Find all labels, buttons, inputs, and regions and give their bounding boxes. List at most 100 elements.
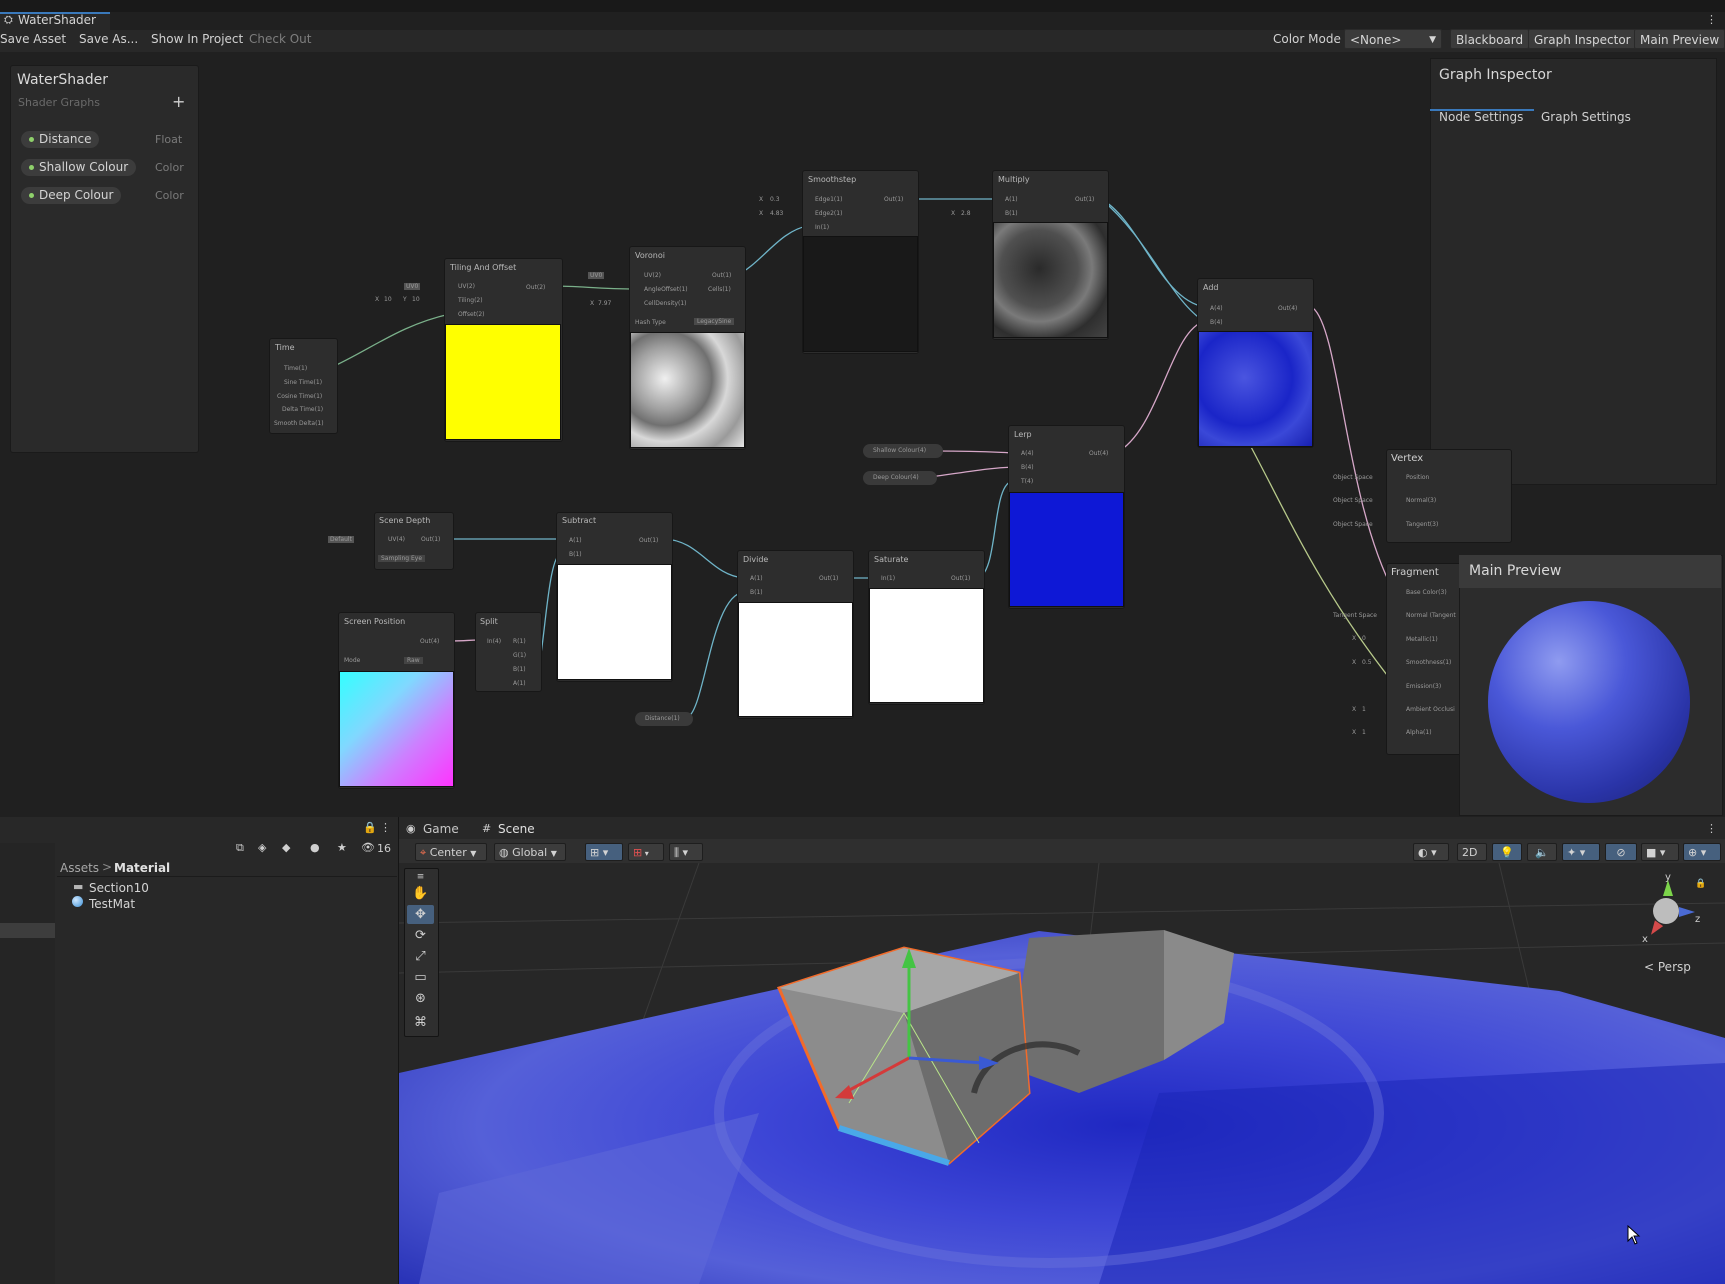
gizmo-z-cone[interactable] — [1679, 907, 1695, 917]
move-tool[interactable]: ✥ — [407, 905, 434, 924]
property-pill-shallow-colour[interactable]: Shallow Colour — [21, 159, 137, 176]
scene-visibility-toggle[interactable]: ⊘ — [1605, 843, 1637, 861]
label-icon[interactable]: ◆ — [282, 841, 290, 854]
star-icon[interactable]: ★ — [337, 841, 347, 854]
screen-position-mode-label: Mode — [344, 657, 361, 664]
lighting-toggle[interactable]: 💡 — [1492, 843, 1522, 861]
increment-snap-button[interactable]: ⫼ ▾ — [669, 843, 703, 861]
search-scene-icon[interactable]: ⧉ — [236, 841, 244, 855]
add-property-icon[interactable]: + — [172, 92, 185, 111]
effects-dropdown[interactable]: ✦ ▾ — [1562, 843, 1600, 861]
vertex-normal-port: Normal(3) — [1406, 497, 1437, 504]
fragment-alpha-value[interactable]: 1 — [1362, 729, 1366, 736]
breadcrumb-assets[interactable]: Assets — [60, 861, 99, 875]
smooth-delta-port: Smooth Delta(1) — [274, 420, 324, 427]
scene-depth-uv-port: UV(4) — [388, 536, 405, 543]
distance-property-node[interactable]: Distance(1) — [635, 712, 693, 726]
tiling-x-value[interactable]: 10 — [384, 296, 392, 303]
divide-title: Divide — [743, 555, 769, 564]
gizmo-y-cone[interactable] — [1663, 880, 1673, 896]
add-preview — [1198, 331, 1313, 447]
transform-icon: ⊛ — [415, 991, 426, 1006]
tab-game[interactable]: Game — [423, 822, 459, 836]
grid-visibility-toggle[interactable]: ⊞ ▾ — [628, 843, 664, 861]
fragment-tangent-space: Tangent Space — [1333, 612, 1377, 619]
audio-toggle[interactable]: 🔈 — [1527, 843, 1557, 861]
screen-position-mode-dropdown[interactable]: Raw — [404, 657, 423, 664]
rect-tool[interactable]: ▭ — [407, 968, 434, 987]
fragment-ao-value[interactable]: 1 — [1362, 706, 1366, 713]
lock-icon[interactable]: 🔒 — [363, 821, 377, 834]
deep-colour-property-node[interactable]: Deep Colour(4) — [863, 471, 937, 485]
multiply-a-port: A(1) — [1005, 196, 1018, 203]
list-item-testmat[interactable]: TestMat — [89, 897, 135, 911]
split-r-port: R(1) — [513, 638, 526, 645]
voronoi-uv-dropdown[interactable]: UV0 — [588, 272, 605, 279]
fragment-title: Fragment — [1391, 567, 1439, 578]
gizmo-lock-icon[interactable]: 🔒 — [1695, 879, 1706, 889]
grid-snap-toggle[interactable]: ⊞ ▾ — [585, 843, 623, 861]
multiply-out-port: Out(1) — [1075, 196, 1095, 203]
tab-graph-settings[interactable]: Graph Settings — [1541, 110, 1631, 124]
hand-tool[interactable]: ✋ — [407, 884, 434, 903]
tools-drag-handle[interactable]: ≡ — [407, 872, 434, 882]
smoothstep-edge1-port: Edge1(1) — [815, 196, 843, 203]
2d-toggle[interactable]: 2D — [1457, 843, 1487, 861]
scene-depth-sampling-dropdown[interactable]: Default — [328, 536, 354, 543]
scene-more-icon[interactable]: ⋮ — [1706, 822, 1717, 835]
tiling-uv-dropdown[interactable]: UV0 — [404, 283, 421, 290]
orientation-gizmo[interactable] — [1653, 898, 1679, 924]
vertex-space-normal: Object Space — [1333, 497, 1373, 504]
filter-type-icon[interactable]: ◈ — [258, 841, 266, 854]
preview-sphere[interactable] — [1488, 601, 1690, 803]
multiply-b-value[interactable]: 2.8 — [961, 210, 971, 217]
tiling-y-value[interactable]: 10 — [412, 296, 420, 303]
smoothstep-e2-value[interactable]: 4.83 — [770, 210, 783, 217]
tab-scene[interactable]: Scene — [498, 822, 535, 836]
pivot-center-dropdown[interactable]: ⌖ Center ▼ — [415, 843, 487, 861]
breadcrumb-divider — [57, 876, 397, 877]
scale-tool[interactable]: ⤢ — [407, 947, 434, 966]
shallow-colour-property-node[interactable]: Shallow Colour(4) — [863, 444, 943, 458]
draw-mode-dropdown[interactable]: ◐ ▾ — [1413, 843, 1449, 861]
property-pill-deep-colour[interactable]: Deep Colour — [21, 187, 122, 204]
transform-tool[interactable]: ⊛ — [407, 989, 434, 1008]
persp-label[interactable]: < Persp — [1644, 960, 1691, 974]
more-menu-icon[interactable]: ⋮ — [380, 821, 391, 834]
hash-type-dropdown[interactable]: LegacySine — [694, 318, 735, 325]
tiling-x-label: X — [375, 296, 380, 303]
shading-icon: ◐ ▾ — [1418, 846, 1437, 859]
smoothstep-e1-x-label: X — [759, 196, 764, 203]
fragment-smoothness-value[interactable]: 0.5 — [1362, 659, 1372, 666]
scene-render — [399, 863, 1725, 1284]
list-item-section10[interactable]: Section10 — [89, 881, 149, 895]
subtract-out-port: Out(1) — [639, 537, 659, 544]
fragment-metallic-value[interactable]: 0 — [1362, 635, 1366, 642]
global-space-dropdown[interactable]: ◍ Global ▼ — [494, 843, 566, 861]
split-title: Split — [480, 617, 498, 626]
selected-folder-row[interactable] — [0, 923, 55, 938]
tab-node-settings[interactable]: Node Settings — [1439, 110, 1523, 124]
rotate-tool[interactable]: ⟳ — [407, 926, 434, 945]
voronoi-angle-port: AngleOffset(1) — [644, 286, 688, 293]
hidden-eye-icon[interactable]: 👁 — [361, 841, 375, 854]
split-a-port: A(1) — [513, 680, 526, 687]
saturate-title: Saturate — [874, 555, 909, 564]
folder-icon: ▬ — [73, 880, 84, 893]
persp-text: Persp — [1657, 960, 1691, 974]
multiply-preview — [993, 222, 1108, 338]
custom-tool[interactable]: ⌘ — [407, 1013, 434, 1032]
screen-position-title: Screen Position — [344, 617, 406, 626]
smoothstep-edge2-port: Edge2(1) — [815, 210, 843, 217]
scene-depth-mode-dropdown[interactable]: Sampling Eye — [378, 555, 426, 562]
smoothstep-e1-value[interactable]: 0.3 — [770, 196, 780, 203]
breadcrumb-material[interactable]: Material — [114, 861, 170, 875]
effects-icon: ✦ ▾ — [1567, 846, 1586, 859]
camera-dropdown[interactable]: ■ ▾ — [1641, 843, 1679, 861]
lerp-preview — [1009, 492, 1124, 607]
voronoi-x-value[interactable]: 7.97 — [598, 300, 611, 307]
split-in-port: In(4) — [487, 638, 502, 645]
property-pill-distance[interactable]: Distance — [21, 131, 100, 148]
gizmos-dropdown[interactable]: ⊕ ▾ — [1683, 843, 1721, 861]
warning-icon[interactable]: ● — [310, 841, 320, 854]
